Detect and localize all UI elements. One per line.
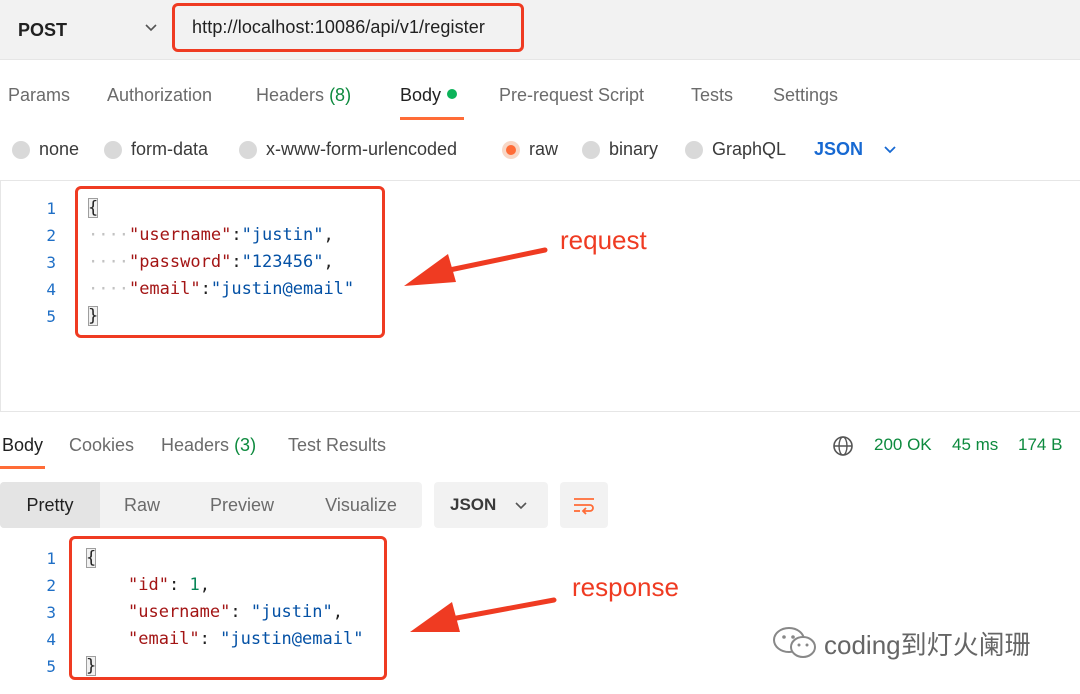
chevron-down-icon[interactable] [882, 141, 898, 157]
radio-icon [582, 140, 600, 159]
url-highlight-box [172, 3, 524, 52]
watermark-text: coding到灯火阑珊 [824, 629, 1031, 660]
arrow-icon [410, 597, 557, 632]
line-number: 5 [46, 657, 56, 676]
response-time[interactable]: 45 ms [952, 435, 998, 455]
resp-tab-cookies[interactable]: Cookies [69, 435, 134, 456]
request-highlight-box [75, 186, 385, 338]
wechat-icon [773, 627, 816, 658]
body-indicator-dot [447, 89, 458, 99]
body-type-graphql[interactable]: GraphQL [685, 139, 786, 160]
tab-params[interactable]: Params [8, 85, 70, 106]
body-type-binary[interactable]: binary [582, 139, 658, 160]
radio-icon [12, 140, 30, 159]
line-number: 3 [46, 603, 56, 622]
chevron-down-icon [145, 24, 157, 32]
view-pretty-button[interactable]: Pretty [0, 482, 100, 528]
arrow-icon [404, 247, 548, 286]
response-format-select[interactable]: JSON [434, 482, 548, 528]
response-annotation: response [572, 572, 679, 602]
response-highlight-box [69, 536, 387, 680]
tab-headers[interactable]: Headers (8) [256, 85, 351, 106]
body-type-options: none form-data x-www-form-urlencoded raw… [0, 132, 1080, 168]
line-number: 2 [46, 576, 56, 595]
tab-settings[interactable]: Settings [773, 85, 838, 106]
status-code[interactable]: 200 OK [874, 435, 932, 455]
resp-tab-test-results[interactable]: Test Results [288, 435, 386, 456]
radio-icon [104, 140, 122, 159]
tab-body[interactable]: Body [400, 85, 458, 106]
radio-selected-icon [502, 140, 520, 159]
active-tab-underline [400, 117, 464, 120]
line-number: 5 [46, 307, 56, 326]
tab-pre-request-script[interactable]: Pre-request Script [499, 85, 644, 106]
globe-icon[interactable] [832, 435, 854, 457]
view-preview-button[interactable]: Preview [184, 482, 300, 528]
line-number: 4 [46, 280, 56, 299]
body-type-urlencoded[interactable]: x-www-form-urlencoded [239, 139, 457, 160]
request-tabs: Params Authorization Headers (8) Body Pr… [0, 72, 1080, 122]
active-tab-underline [0, 466, 45, 469]
view-raw-button[interactable]: Raw [100, 482, 184, 528]
wrap-lines-icon [574, 498, 594, 515]
tab-authorization[interactable]: Authorization [107, 85, 212, 106]
headers-count: (3) [234, 435, 257, 455]
line-number: 4 [46, 630, 56, 649]
raw-format-select[interactable]: JSON [814, 139, 863, 160]
method-label: POST [18, 19, 68, 40]
response-size[interactable]: 174 B [1018, 435, 1062, 455]
body-type-raw[interactable]: raw [502, 139, 558, 160]
body-type-form-data[interactable]: form-data [104, 139, 208, 160]
response-format-label: JSON [450, 495, 497, 514]
chevron-down-icon [515, 502, 527, 510]
line-number: 2 [46, 226, 56, 245]
tab-tests[interactable]: Tests [691, 85, 733, 106]
line-number: 3 [46, 253, 56, 272]
response-tabs: Body Cookies Headers (3) Test Results 20… [0, 422, 1080, 472]
method-select[interactable]: POST [0, 0, 170, 60]
line-number: 1 [46, 549, 56, 568]
watermark: coding到灯火阑珊 [770, 623, 1031, 663]
headers-count: (8) [329, 85, 352, 105]
resp-tab-body[interactable]: Body [2, 435, 43, 456]
radio-icon [685, 140, 703, 159]
line-number: 1 [46, 199, 56, 218]
request-annotation: request [560, 225, 647, 255]
body-type-none[interactable]: none [12, 139, 79, 160]
radio-icon [239, 140, 257, 159]
view-mode-group: Pretty Raw Preview Visualize [0, 482, 422, 528]
view-visualize-button[interactable]: Visualize [300, 482, 422, 528]
url-bar: POST http://localhost:10086/api/v1/regis… [0, 0, 1080, 60]
wrap-lines-button[interactable] [560, 482, 608, 528]
resp-tab-headers[interactable]: Headers (3) [161, 435, 256, 456]
